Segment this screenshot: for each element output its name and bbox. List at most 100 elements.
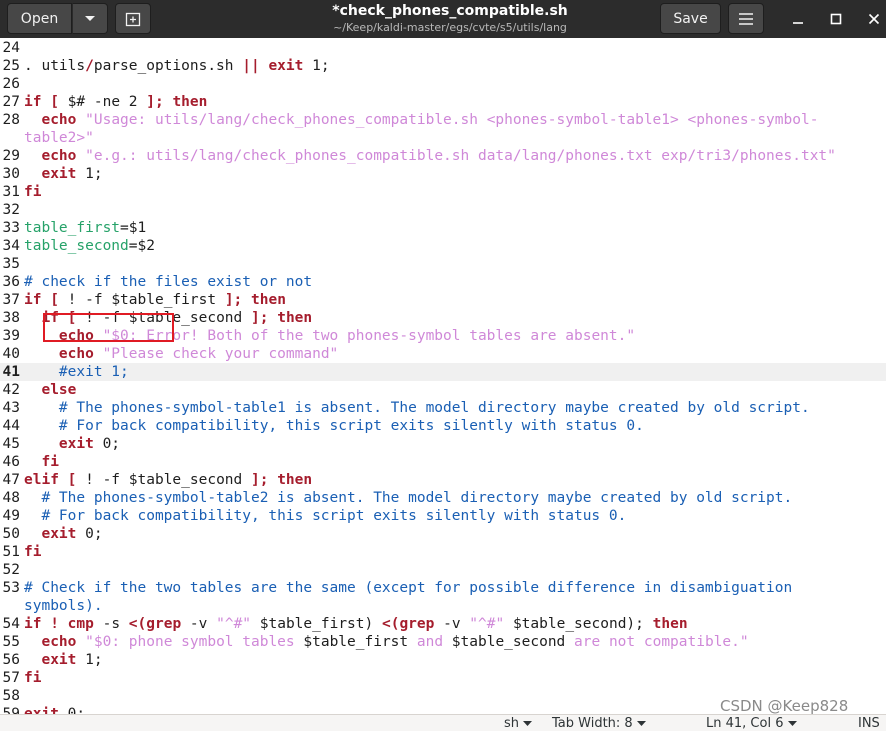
code-text: symbols). xyxy=(24,597,103,615)
code-token: cmp xyxy=(67,616,94,632)
open-label: Open xyxy=(20,10,59,27)
code-text: echo "$0: phone symbol tables $table_fir… xyxy=(24,633,749,651)
close-button[interactable] xyxy=(862,7,886,31)
code-token: [ xyxy=(50,292,59,308)
code-line[interactable]: 48 # The phones-symbol-table2 is absent.… xyxy=(0,489,886,507)
code-text: fi xyxy=(24,183,41,201)
code-line[interactable]: 47 elif [ ! -f $table_second ]; then xyxy=(0,471,886,489)
line-number: 24 xyxy=(2,40,20,56)
code-token: # Check if the two tables are the same (… xyxy=(24,580,793,596)
code-line[interactable]: 35 xyxy=(0,255,886,273)
code-line[interactable]: 49 # For back compatibility, this script… xyxy=(0,507,886,525)
line-number: 45 xyxy=(2,436,20,452)
code-text: table_first=$1 xyxy=(24,219,146,237)
code-token: echo xyxy=(41,148,77,164)
minimize-button[interactable] xyxy=(786,7,810,31)
tab-width-selector[interactable]: Tab Width: 8 xyxy=(552,716,646,731)
save-button[interactable]: Save xyxy=(660,3,721,34)
maximize-icon xyxy=(830,13,842,25)
code-token: "e.g.: utils/lang/check_phones_compatibl… xyxy=(85,148,836,164)
maximize-button[interactable] xyxy=(824,7,848,31)
minimize-icon xyxy=(793,22,803,24)
code-token: table_first xyxy=(24,220,121,236)
code-line[interactable]: symbols). xyxy=(0,597,886,615)
line-number: 43 xyxy=(2,400,20,416)
line-number: 38 xyxy=(2,310,20,326)
code-line[interactable]: 51 fi xyxy=(0,543,886,561)
line-number: 55 xyxy=(2,634,20,650)
code-line[interactable]: 43 # The phones-symbol-table1 is absent.… xyxy=(0,399,886,417)
line-number: 35 xyxy=(2,256,20,272)
code-line[interactable]: 25. utils/parse_options.sh || exit 1; xyxy=(0,57,886,75)
header-bar: Open *check_phones_compatible.sh ~/Keep/… xyxy=(0,0,886,38)
code-line[interactable]: 50 exit 0; xyxy=(0,525,886,543)
code-text: # For back compatibility, this script ex… xyxy=(24,417,644,435)
hamburger-menu-button[interactable] xyxy=(728,3,764,34)
code-line[interactable]: 27 if [ $# -ne 2 ]; then xyxy=(0,93,886,111)
open-button[interactable]: Open xyxy=(7,3,72,34)
code-text: fi xyxy=(24,669,41,687)
code-editor[interactable]: 24 25. utils/parse_options.sh || exit 1; 2… xyxy=(0,38,886,714)
code-token: then xyxy=(172,94,208,110)
code-token: elif xyxy=(24,472,59,488)
highlight-box xyxy=(43,313,174,342)
code-line[interactable]: 46 fi xyxy=(0,453,886,471)
cursor-position-label: Ln 41, Col 6 xyxy=(706,716,784,731)
insert-mode: INS xyxy=(858,716,880,731)
code-line[interactable]: 42 else xyxy=(0,381,886,399)
code-line[interactable]: 36 # check if the files exist or not xyxy=(0,273,886,291)
code-line[interactable]: 33 table_first=$1 xyxy=(0,219,886,237)
code-line[interactable]: 53 # Check if the two tables are the same… xyxy=(0,579,886,597)
code-token: 0; xyxy=(76,526,103,542)
code-text: fi xyxy=(24,543,41,561)
code-text: exit 0; xyxy=(24,705,85,714)
chevron-down-icon xyxy=(787,721,797,726)
code-line[interactable]: 34 table_second=$2 xyxy=(0,237,886,255)
save-label: Save xyxy=(673,10,708,27)
line-number: 30 xyxy=(2,166,20,182)
code-line[interactable]: 31 fi xyxy=(0,183,886,201)
code-line[interactable]: 30 exit 1; xyxy=(0,165,886,183)
code-line[interactable]: 24 xyxy=(0,39,886,57)
code-token: # The phones-symbol-table2 is absent. Th… xyxy=(24,490,793,506)
code-line[interactable]: 40 echo "Please check your command" xyxy=(0,345,886,363)
code-line[interactable]: 44 # For back compatibility, this script… xyxy=(0,417,886,435)
code-token: exit xyxy=(41,652,77,668)
code-line[interactable]: 54 if ! cmp -s <(grep -v "^#" $table_firs… xyxy=(0,615,886,633)
line-number: 53 xyxy=(2,580,20,596)
code-line[interactable]: 52 xyxy=(0,561,886,579)
code-line[interactable]: 29 echo "e.g.: utils/lang/check_phones_c… xyxy=(0,147,886,165)
code-line[interactable]: 56 exit 1; xyxy=(0,651,886,669)
code-line[interactable]: 26 xyxy=(0,75,886,93)
code-token: are not compatible." xyxy=(565,634,749,650)
code-text: if ! cmp -s <(grep -v "^#" $table_first)… xyxy=(24,615,688,633)
code-line[interactable]: 37 if [ ! -f $table_first ]; then xyxy=(0,291,886,309)
open-menu-button[interactable] xyxy=(72,3,108,34)
code-token: / xyxy=(85,58,94,74)
line-number: 51 xyxy=(2,544,20,560)
code-line[interactable]: 32 xyxy=(0,201,886,219)
close-icon xyxy=(868,13,880,25)
new-tab-button[interactable] xyxy=(115,3,151,34)
code-line[interactable]: 57 fi xyxy=(0,669,886,687)
code-line[interactable]: 45 exit 0; xyxy=(0,435,886,453)
code-line[interactable]: 41 #exit 1; xyxy=(0,363,886,381)
code-line[interactable]: table2>" xyxy=(0,129,886,147)
cursor-position[interactable]: Ln 41, Col 6 xyxy=(706,716,797,731)
code-line[interactable]: 28 echo "Usage: utils/lang/check_phones_… xyxy=(0,111,886,129)
code-text: exit 0; xyxy=(24,525,103,543)
language-selector[interactable]: sh xyxy=(504,716,533,731)
line-number: 27 xyxy=(2,94,20,110)
code-text: if [ ! -f $table_first ]; then xyxy=(24,291,286,309)
code-text: fi xyxy=(24,453,58,471)
code-line[interactable]: 55 echo "$0: phone symbol tables $table_… xyxy=(0,633,886,651)
